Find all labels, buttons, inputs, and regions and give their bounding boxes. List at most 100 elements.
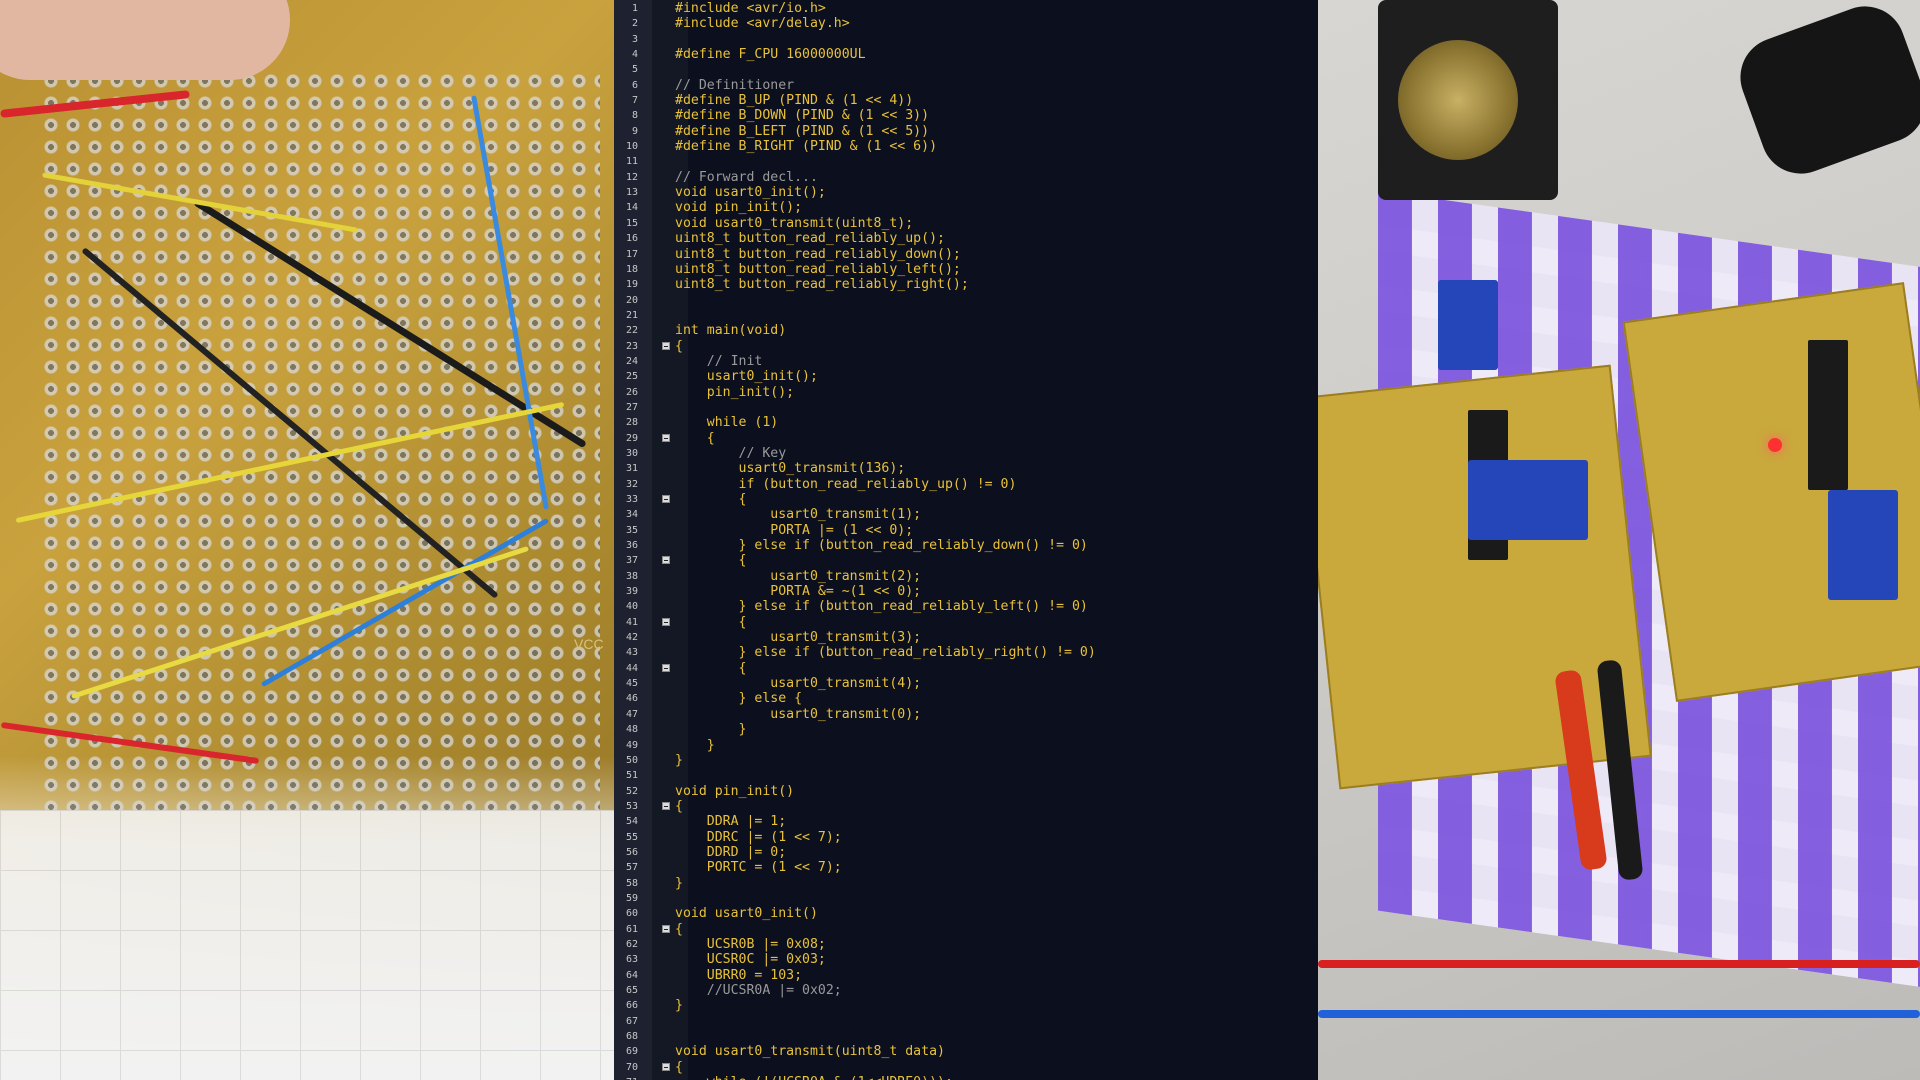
code-editor[interactable]: 1 #include <avr/io.h> 2 #include <avr/delay…	[614, 0, 1318, 1080]
code-text[interactable]: PORTC = (1 << 7);	[675, 860, 842, 875]
code-line[interactable]: 8 #define B_DOWN (PIND & (1 << 3))	[614, 108, 1318, 123]
code-text[interactable]: {	[675, 431, 715, 446]
code-line[interactable]: 65 //UCSR0A |= 0x02;	[614, 983, 1318, 998]
code-text[interactable]: PORTA &= ~(1 << 0);	[675, 584, 921, 599]
code-line[interactable]: 48 }	[614, 722, 1318, 737]
code-line[interactable]: 34 usart0_transmit(1);	[614, 507, 1318, 522]
code-line[interactable]: 60 void usart0_init()	[614, 906, 1318, 921]
code-line[interactable]: 43 } else if (button_read_reliably_right…	[614, 645, 1318, 660]
code-text[interactable]: usart0_transmit(1);	[675, 507, 921, 522]
code-text[interactable]: UCSR0C |= 0x03;	[675, 952, 826, 967]
fold-toggle-icon[interactable]	[662, 341, 670, 350]
fold-toggle-icon[interactable]	[662, 1062, 670, 1071]
code-comment[interactable]: //UCSR0A |= 0x02;	[675, 983, 842, 998]
code-text[interactable]: {	[675, 799, 683, 814]
code-line[interactable]: 38 usart0_transmit(2);	[614, 569, 1318, 584]
code-line[interactable]: 30 // Key	[614, 446, 1318, 461]
code-text[interactable]: #define B_DOWN (PIND & (1 << 3))	[675, 108, 929, 123]
code-comment[interactable]: // Forward decl...	[675, 170, 818, 185]
code-line[interactable]: 22 int main(void)	[614, 323, 1318, 338]
code-line[interactable]: 45 usart0_transmit(4);	[614, 676, 1318, 691]
code-text[interactable]: uint8_t button_read_reliably_down();	[675, 247, 961, 262]
code-line[interactable]: 36 } else if (button_read_reliably_down(…	[614, 538, 1318, 553]
code-text[interactable]: usart0_transmit(136);	[675, 461, 906, 476]
code-area[interactable]: 1 #include <avr/io.h> 2 #include <avr/delay…	[614, 1, 1318, 1080]
code-line[interactable]: 33 {	[614, 492, 1318, 507]
code-line[interactable]: 13 void usart0_init();	[614, 185, 1318, 200]
code-text[interactable]: #define F_CPU 16000000UL	[675, 47, 866, 62]
code-text[interactable]: usart0_init();	[675, 369, 818, 384]
code-text[interactable]: PORTA |= (1 << 0);	[675, 523, 913, 538]
code-text[interactable]: uint8_t button_read_reliably_up();	[675, 231, 945, 246]
code-line[interactable]: 11	[614, 154, 1318, 169]
code-line[interactable]: 20	[614, 293, 1318, 308]
code-line[interactable]: 55 DDRC |= (1 << 7);	[614, 830, 1318, 845]
code-text[interactable]: usart0_transmit(2);	[675, 569, 921, 584]
code-line[interactable]: 23 {	[614, 339, 1318, 354]
code-line[interactable]: 42 usart0_transmit(3);	[614, 630, 1318, 645]
code-text[interactable]: #define B_RIGHT (PIND & (1 << 6))	[675, 139, 937, 154]
code-text[interactable]: while (!(UCSR0A & (1<<UDRE0)));	[675, 1075, 953, 1080]
code-line[interactable]: 9 #define B_LEFT (PIND & (1 << 5))	[614, 124, 1318, 139]
code-line[interactable]: 70 {	[614, 1060, 1318, 1075]
code-text[interactable]: void pin_init()	[675, 784, 794, 799]
code-line[interactable]: 59	[614, 891, 1318, 906]
code-text[interactable]: } else if (button_read_reliably_left() !…	[675, 599, 1088, 614]
code-line[interactable]: 25 usart0_init();	[614, 369, 1318, 384]
code-text[interactable]: void usart0_transmit(uint8_t data)	[675, 1044, 945, 1059]
code-text[interactable]: {	[675, 615, 747, 630]
code-text[interactable]: void usart0_init()	[675, 906, 818, 921]
code-line[interactable]: 46 } else {	[614, 691, 1318, 706]
code-line[interactable]: 19 uint8_t button_read_reliably_right();	[614, 277, 1318, 292]
code-comment[interactable]: // Key	[675, 446, 787, 461]
code-line[interactable]: 62 UCSR0B |= 0x08;	[614, 937, 1318, 952]
code-line[interactable]: 68	[614, 1029, 1318, 1044]
code-line[interactable]: 67	[614, 1014, 1318, 1029]
code-text[interactable]: usart0_transmit(0);	[675, 707, 921, 722]
code-text[interactable]: pin_init();	[675, 385, 794, 400]
code-text[interactable]: {	[675, 1060, 683, 1075]
code-line[interactable]: 27	[614, 400, 1318, 415]
code-text[interactable]: #define B_LEFT (PIND & (1 << 5))	[675, 124, 929, 139]
code-text[interactable]: void usart0_transmit(uint8_t);	[675, 216, 913, 231]
code-line[interactable]: 4 #define F_CPU 16000000UL	[614, 47, 1318, 62]
code-line[interactable]: 58}	[614, 876, 1318, 891]
code-line[interactable]: 41 {	[614, 615, 1318, 630]
code-line[interactable]: 66}	[614, 998, 1318, 1013]
code-text[interactable]: }	[675, 722, 747, 737]
code-comment[interactable]: // Definitioner	[675, 78, 794, 93]
code-text[interactable]: {	[675, 553, 747, 568]
code-line[interactable]: 17 uint8_t button_read_reliably_down();	[614, 247, 1318, 262]
fold-toggle-icon[interactable]	[662, 801, 670, 810]
code-line[interactable]: 39 PORTA &= ~(1 << 0);	[614, 584, 1318, 599]
code-line[interactable]: 14 void pin_init();	[614, 200, 1318, 215]
code-text[interactable]: {	[675, 661, 747, 676]
fold-toggle-icon[interactable]	[662, 433, 670, 442]
fold-toggle-icon[interactable]	[662, 617, 670, 626]
code-text[interactable]: #define B_UP (PIND & (1 << 4))	[675, 93, 913, 108]
code-line[interactable]: 69 void usart0_transmit(uint8_t data)	[614, 1044, 1318, 1059]
code-text[interactable]: int main(void)	[675, 323, 786, 338]
code-text[interactable]: uint8_t button_read_reliably_right();	[675, 277, 969, 292]
code-line[interactable]: 47 usart0_transmit(0);	[614, 707, 1318, 722]
code-line[interactable]: 24 // Init	[614, 354, 1318, 369]
code-text[interactable]: usart0_transmit(4);	[675, 676, 921, 691]
code-text[interactable]: usart0_transmit(3);	[675, 630, 921, 645]
code-text[interactable]: uint8_t button_read_reliably_left();	[675, 262, 961, 277]
code-line[interactable]: 29 {	[614, 431, 1318, 446]
code-text[interactable]: DDRC |= (1 << 7);	[675, 830, 842, 845]
code-text[interactable]: DDRD |= 0;	[675, 845, 786, 860]
code-line[interactable]: 6 // Definitioner	[614, 78, 1318, 93]
code-text[interactable]: {	[675, 922, 683, 937]
code-line[interactable]: 26 pin_init();	[614, 385, 1318, 400]
code-line[interactable]: 3	[614, 32, 1318, 47]
code-line[interactable]: 51	[614, 768, 1318, 783]
code-text[interactable]: }	[675, 998, 683, 1013]
code-line[interactable]: 61 {	[614, 922, 1318, 937]
code-text[interactable]: void usart0_init();	[675, 185, 826, 200]
code-line[interactable]: 16 uint8_t button_read_reliably_up();	[614, 231, 1318, 246]
code-line[interactable]: 28 while (1)	[614, 415, 1318, 430]
code-text[interactable]: }	[675, 738, 715, 753]
fold-toggle-icon[interactable]	[662, 556, 670, 565]
code-line[interactable]: 2 #include <avr/delay.h>	[614, 16, 1318, 31]
